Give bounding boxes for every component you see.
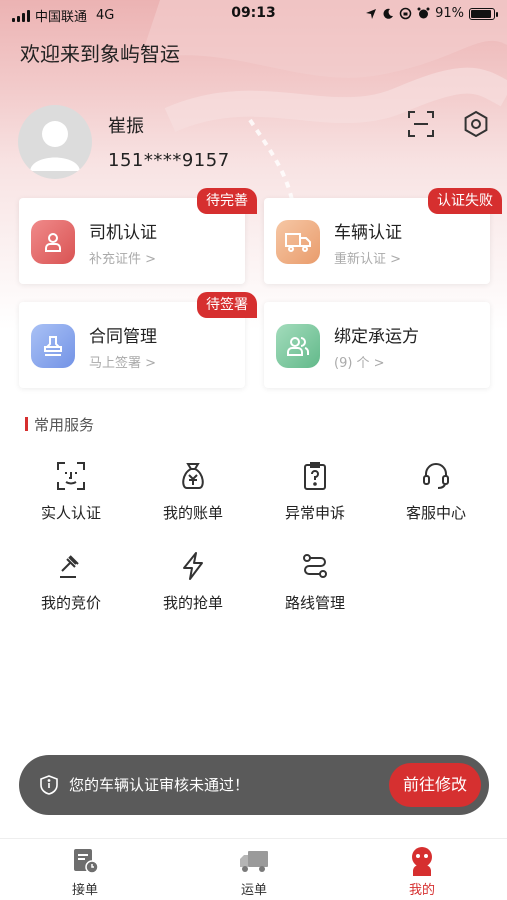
face-scan-icon <box>55 460 87 492</box>
truck-icon <box>204 847 304 875</box>
contract-management-card[interactable]: 合同管理 马上签署 > 待签署 <box>19 292 257 388</box>
money-bag-icon <box>177 460 209 492</box>
card-subtitle: (9) 个 > <box>334 356 385 371</box>
service-label: 我的账单 <box>162 504 223 522</box>
toast-message: 您的车辆认证审核未通过！ <box>69 776 250 794</box>
scan-icon <box>408 111 434 137</box>
card-subtitle: 重新认证 > <box>334 252 402 267</box>
service-customer-center[interactable]: 客服中心 <box>381 460 491 540</box>
service-label: 我的竞价 <box>40 594 101 612</box>
truck-icon <box>276 220 320 264</box>
clipboard-question-icon <box>299 460 331 492</box>
service-my-bidding[interactable]: 我的竞价 <box>16 550 126 630</box>
service-exception-appeal[interactable]: 异常申诉 <box>260 460 370 540</box>
shield-info-icon <box>40 775 58 795</box>
welcome-title: 欢迎来到象屿智运 <box>20 42 180 66</box>
user-name: 崔振 <box>108 116 144 137</box>
service-my-grab-orders[interactable]: 我的抢单 <box>138 550 248 630</box>
tab-bar: 接单 运单 我的 <box>0 838 507 900</box>
status-right: 91% <box>365 6 498 21</box>
settings-button[interactable] <box>460 108 492 140</box>
status-badge: 待签署 <box>197 292 257 318</box>
section-title: 常用服务 <box>25 414 94 435</box>
stamp-icon <box>31 324 75 368</box>
service-label: 实人认证 <box>40 504 101 522</box>
card-title: 合同管理 <box>89 327 157 347</box>
auction-hammer-icon <box>55 550 87 582</box>
card-title: 绑定承运方 <box>334 327 419 347</box>
lightning-icon <box>177 550 209 582</box>
location-icon <box>366 8 377 19</box>
scan-button[interactable] <box>405 108 437 140</box>
bind-carrier-card[interactable]: 绑定承运方 (9) 个 > <box>264 302 490 388</box>
order-icon <box>35 847 135 875</box>
service-label: 异常申诉 <box>284 504 345 522</box>
driver-certification-card[interactable]: 司机认证 补充证件 > 待完善 <box>19 188 257 284</box>
status-badge: 认证失败 <box>428 188 502 214</box>
card-title: 车辆认证 <box>334 223 402 243</box>
card-subtitle: 补充证件 > <box>89 252 157 267</box>
person-icon <box>31 220 75 264</box>
headset-icon <box>420 460 452 492</box>
tab-orders[interactable]: 接单 <box>35 847 135 898</box>
tab-label: 运单 <box>240 883 267 898</box>
status-bar: 中国联通 4G 09:13 91% <box>0 0 507 28</box>
go-modify-button[interactable]: 前往修改 <box>388 763 481 807</box>
service-label: 我的抢单 <box>162 594 223 612</box>
user-phone: 151****9157 <box>108 150 230 171</box>
alarm-icon <box>417 7 430 19</box>
service-face-verification[interactable]: 实人认证 <box>16 460 126 540</box>
verification-failed-toast: 您的车辆认证审核未通过！ 前往修改 <box>19 755 489 815</box>
gear-icon <box>464 110 488 138</box>
tab-mine[interactable]: 我的 <box>372 847 472 898</box>
moon-icon <box>383 8 394 19</box>
card-title: 司机认证 <box>89 223 157 243</box>
route-icon <box>299 550 331 582</box>
avatar[interactable] <box>18 105 92 179</box>
service-my-bills[interactable]: 我的账单 <box>138 460 248 540</box>
tab-waybills[interactable]: 运单 <box>204 847 304 898</box>
service-label: 路线管理 <box>284 594 345 612</box>
battery-icon <box>469 7 498 20</box>
service-label: 客服中心 <box>405 504 466 522</box>
status-badge: 待完善 <box>197 188 257 214</box>
people-icon <box>276 324 320 368</box>
avatar-placeholder-icon <box>30 121 80 171</box>
battery-percent: 91% <box>435 6 464 21</box>
rotation-lock-icon <box>399 7 412 20</box>
vehicle-certification-card[interactable]: 车辆认证 重新认证 > 认证失败 <box>264 188 502 284</box>
service-route-management[interactable]: 路线管理 <box>260 550 370 630</box>
tab-label: 我的 <box>408 883 435 898</box>
tab-label: 接单 <box>71 883 98 898</box>
profile-icon <box>372 847 472 876</box>
card-subtitle: 马上签署 > <box>89 356 157 371</box>
